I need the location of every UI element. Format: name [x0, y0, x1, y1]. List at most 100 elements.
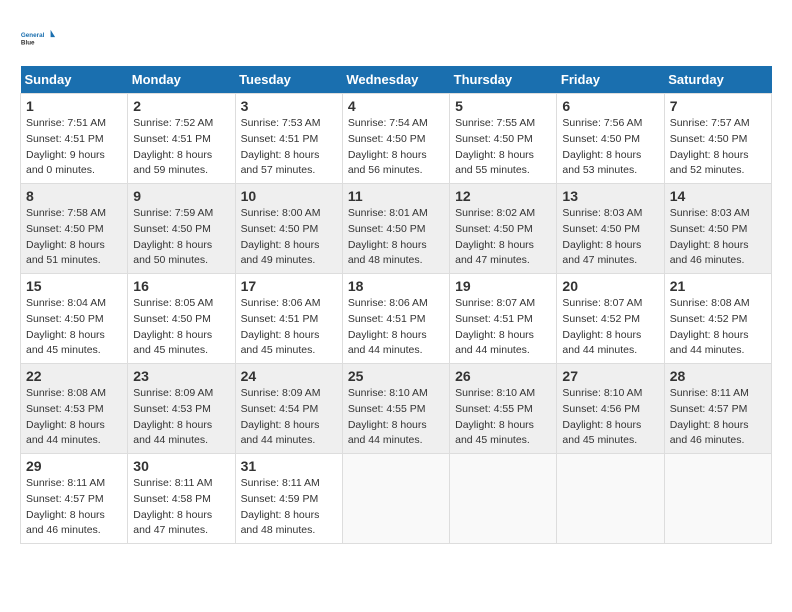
day-sunrise: Sunrise: 8:08 AM: [26, 387, 106, 399]
day-number: 31: [241, 458, 337, 474]
calendar-week-4: 22 Sunrise: 8:08 AM Sunset: 4:53 PM Dayl…: [21, 364, 772, 454]
day-sunrise: Sunrise: 8:09 AM: [241, 387, 321, 399]
day-daylight: Daylight: 8 hours and 48 minutes.: [241, 509, 320, 537]
svg-text:Blue: Blue: [21, 39, 35, 46]
calendar-cell: 24 Sunrise: 8:09 AM Sunset: 4:54 PM Dayl…: [235, 364, 342, 454]
day-daylight: Daylight: 8 hours and 49 minutes.: [241, 239, 320, 267]
day-sunrise: Sunrise: 7:56 AM: [562, 117, 642, 129]
day-sunset: Sunset: 4:50 PM: [133, 223, 211, 235]
logo-icon: GeneralBlue: [20, 20, 56, 56]
day-sunrise: Sunrise: 7:58 AM: [26, 207, 106, 219]
day-daylight: Daylight: 8 hours and 44 minutes.: [133, 419, 212, 447]
day-sunset: Sunset: 4:50 PM: [348, 133, 426, 145]
day-sunrise: Sunrise: 8:06 AM: [348, 297, 428, 309]
day-number: 30: [133, 458, 229, 474]
day-sunrise: Sunrise: 8:11 AM: [241, 477, 320, 489]
day-number: 11: [348, 188, 444, 204]
day-sunrise: Sunrise: 8:03 AM: [562, 207, 642, 219]
calendar-cell: 1 Sunrise: 7:51 AM Sunset: 4:51 PM Dayli…: [21, 94, 128, 184]
day-sunset: Sunset: 4:56 PM: [562, 403, 640, 415]
calendar-cell: [557, 454, 664, 544]
day-sunset: Sunset: 4:51 PM: [241, 313, 319, 325]
day-number: 15: [26, 278, 122, 294]
day-daylight: Daylight: 8 hours and 56 minutes.: [348, 149, 427, 177]
day-sunset: Sunset: 4:51 PM: [348, 313, 426, 325]
day-daylight: Daylight: 8 hours and 44 minutes.: [241, 419, 320, 447]
day-daylight: Daylight: 8 hours and 44 minutes.: [348, 419, 427, 447]
day-number: 22: [26, 368, 122, 384]
calendar-cell: 5 Sunrise: 7:55 AM Sunset: 4:50 PM Dayli…: [450, 94, 557, 184]
day-sunset: Sunset: 4:51 PM: [241, 133, 319, 145]
day-sunset: Sunset: 4:50 PM: [26, 223, 104, 235]
day-daylight: Daylight: 8 hours and 46 minutes.: [26, 509, 105, 537]
day-sunrise: Sunrise: 8:07 AM: [455, 297, 535, 309]
day-number: 1: [26, 98, 122, 114]
calendar-cell: 2 Sunrise: 7:52 AM Sunset: 4:51 PM Dayli…: [128, 94, 235, 184]
day-daylight: Daylight: 8 hours and 45 minutes.: [455, 419, 534, 447]
calendar-cell: 16 Sunrise: 8:05 AM Sunset: 4:50 PM Dayl…: [128, 274, 235, 364]
header-day-wednesday: Wednesday: [342, 66, 449, 94]
day-sunrise: Sunrise: 8:00 AM: [241, 207, 321, 219]
calendar-cell: [450, 454, 557, 544]
calendar-cell: 28 Sunrise: 8:11 AM Sunset: 4:57 PM Dayl…: [664, 364, 771, 454]
day-sunset: Sunset: 4:52 PM: [562, 313, 640, 325]
calendar-cell: 6 Sunrise: 7:56 AM Sunset: 4:50 PM Dayli…: [557, 94, 664, 184]
day-sunrise: Sunrise: 8:07 AM: [562, 297, 642, 309]
day-sunrise: Sunrise: 7:51 AM: [26, 117, 106, 129]
day-daylight: Daylight: 8 hours and 53 minutes.: [562, 149, 641, 177]
day-daylight: Daylight: 8 hours and 44 minutes.: [455, 329, 534, 357]
calendar-cell: 30 Sunrise: 8:11 AM Sunset: 4:58 PM Dayl…: [128, 454, 235, 544]
day-number: 29: [26, 458, 122, 474]
day-number: 12: [455, 188, 551, 204]
day-sunrise: Sunrise: 7:55 AM: [455, 117, 535, 129]
calendar-cell: 12 Sunrise: 8:02 AM Sunset: 4:50 PM Dayl…: [450, 184, 557, 274]
day-daylight: Daylight: 8 hours and 44 minutes.: [562, 329, 641, 357]
day-sunrise: Sunrise: 8:08 AM: [670, 297, 750, 309]
day-sunset: Sunset: 4:55 PM: [348, 403, 426, 415]
day-number: 23: [133, 368, 229, 384]
calendar-cell: 25 Sunrise: 8:10 AM Sunset: 4:55 PM Dayl…: [342, 364, 449, 454]
day-number: 17: [241, 278, 337, 294]
day-sunset: Sunset: 4:51 PM: [26, 133, 104, 145]
day-sunset: Sunset: 4:50 PM: [133, 313, 211, 325]
day-number: 4: [348, 98, 444, 114]
day-number: 10: [241, 188, 337, 204]
day-sunrise: Sunrise: 8:05 AM: [133, 297, 213, 309]
day-sunset: Sunset: 4:53 PM: [26, 403, 104, 415]
day-number: 5: [455, 98, 551, 114]
day-sunrise: Sunrise: 8:10 AM: [455, 387, 535, 399]
day-sunset: Sunset: 4:50 PM: [241, 223, 319, 235]
header-day-friday: Friday: [557, 66, 664, 94]
day-sunset: Sunset: 4:51 PM: [455, 313, 533, 325]
day-number: 20: [562, 278, 658, 294]
day-daylight: Daylight: 8 hours and 44 minutes.: [26, 419, 105, 447]
day-daylight: Daylight: 8 hours and 50 minutes.: [133, 239, 212, 267]
calendar-cell: 8 Sunrise: 7:58 AM Sunset: 4:50 PM Dayli…: [21, 184, 128, 274]
calendar-cell: 22 Sunrise: 8:08 AM Sunset: 4:53 PM Dayl…: [21, 364, 128, 454]
day-sunrise: Sunrise: 7:57 AM: [670, 117, 750, 129]
calendar-cell: 26 Sunrise: 8:10 AM Sunset: 4:55 PM Dayl…: [450, 364, 557, 454]
day-daylight: Daylight: 9 hours and 0 minutes.: [26, 149, 105, 177]
day-daylight: Daylight: 8 hours and 45 minutes.: [241, 329, 320, 357]
day-sunrise: Sunrise: 8:11 AM: [26, 477, 105, 489]
day-daylight: Daylight: 8 hours and 45 minutes.: [133, 329, 212, 357]
day-sunset: Sunset: 4:54 PM: [241, 403, 319, 415]
calendar-cell: 15 Sunrise: 8:04 AM Sunset: 4:50 PM Dayl…: [21, 274, 128, 364]
calendar-cell: 31 Sunrise: 8:11 AM Sunset: 4:59 PM Dayl…: [235, 454, 342, 544]
day-number: 18: [348, 278, 444, 294]
calendar-cell: 29 Sunrise: 8:11 AM Sunset: 4:57 PM Dayl…: [21, 454, 128, 544]
day-daylight: Daylight: 8 hours and 51 minutes.: [26, 239, 105, 267]
day-number: 7: [670, 98, 766, 114]
day-sunset: Sunset: 4:50 PM: [455, 223, 533, 235]
calendar-cell: 17 Sunrise: 8:06 AM Sunset: 4:51 PM Dayl…: [235, 274, 342, 364]
calendar-cell: 3 Sunrise: 7:53 AM Sunset: 4:51 PM Dayli…: [235, 94, 342, 184]
day-sunset: Sunset: 4:50 PM: [26, 313, 104, 325]
day-number: 2: [133, 98, 229, 114]
calendar-cell: 19 Sunrise: 8:07 AM Sunset: 4:51 PM Dayl…: [450, 274, 557, 364]
logo: GeneralBlue: [20, 20, 56, 56]
day-daylight: Daylight: 8 hours and 44 minutes.: [348, 329, 427, 357]
day-number: 6: [562, 98, 658, 114]
header-day-sunday: Sunday: [21, 66, 128, 94]
day-sunrise: Sunrise: 8:11 AM: [133, 477, 212, 489]
day-sunset: Sunset: 4:50 PM: [455, 133, 533, 145]
